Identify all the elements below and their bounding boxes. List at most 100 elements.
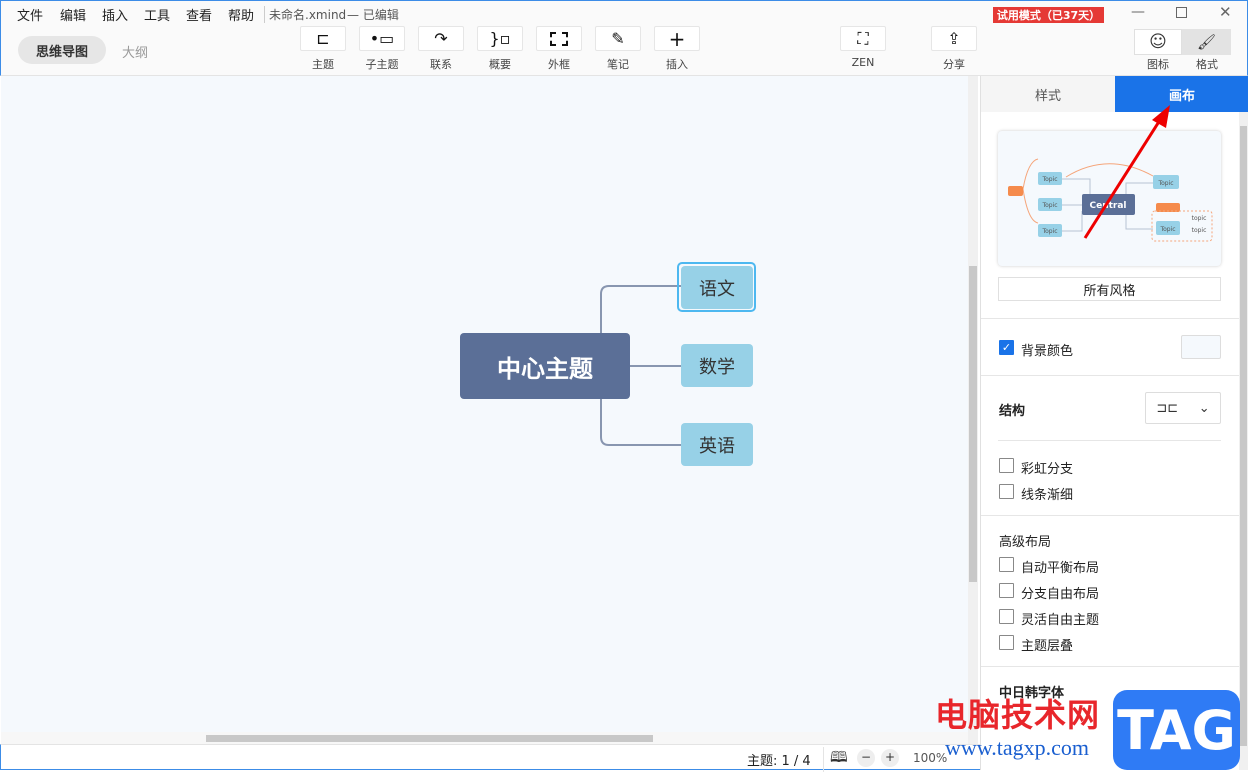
note-icon: ✎: [611, 29, 625, 48]
central-topic[interactable]: 中心主题: [460, 333, 630, 399]
insert-label: 插入: [666, 58, 688, 71]
menu-help[interactable]: 帮助: [228, 5, 254, 24]
chevron-down-icon: ⌄: [1198, 400, 1210, 416]
divider: [981, 666, 1239, 667]
connector-lines: [600, 285, 681, 446]
summary-button[interactable]: }▫: [477, 26, 523, 51]
boundary-label: 外框: [548, 58, 570, 71]
trial-badge[interactable]: 试用模式（已37天）: [993, 7, 1104, 23]
topic-button[interactable]: ⊏: [300, 26, 346, 51]
advanced-layout-label: 高级布局: [999, 535, 1052, 550]
menu-file[interactable]: 文件: [17, 5, 43, 24]
free-branch-checkbox[interactable]: [999, 583, 1014, 598]
tapered-line-label: 线条渐细: [1021, 488, 1074, 503]
icon-panel-button[interactable]: ☺: [1134, 29, 1182, 55]
zoom-in-button[interactable]: +: [881, 749, 899, 767]
watermark-cn: 电脑技术网: [935, 696, 1101, 734]
rainbow-branch-label: 彩虹分支: [1021, 462, 1074, 477]
topic-label: 主题: [312, 58, 334, 71]
auto-balance-label: 自动平衡布局: [1021, 561, 1100, 576]
preview-topic: Topic: [1041, 228, 1057, 235]
preview-small-topic: topic: [1192, 215, 1207, 222]
all-styles-button[interactable]: 所有风格: [998, 277, 1221, 301]
fullscreen-icon: ⛶: [857, 28, 869, 48]
bg-color-checkbox[interactable]: ✓: [999, 340, 1014, 355]
divider: [998, 440, 1221, 441]
share-label: 分享: [943, 58, 965, 71]
theme-preview-graphic: Central Topic Topic Topic Topic Topic to…: [1008, 158, 1213, 242]
auto-balance-checkbox[interactable]: [999, 557, 1014, 572]
boundary-button[interactable]: [536, 26, 582, 51]
watermark-logo: TAG: [1113, 690, 1240, 770]
watermark-url: www.tagxp.com: [945, 735, 1089, 760]
plus-icon: +: [668, 26, 686, 51]
smiley-icon: ☺: [1149, 32, 1167, 52]
panel-scrollbar[interactable]: [1239, 112, 1248, 770]
free-branch-label: 分支自由布局: [1021, 587, 1100, 602]
share-button[interactable]: ⇪: [931, 26, 977, 51]
vertical-scrollbar[interactable]: [968, 76, 978, 744]
zen-button[interactable]: ⛶: [840, 26, 886, 51]
tab-mindmap[interactable]: 思维导图: [18, 36, 106, 64]
relationship-button[interactable]: ↷: [418, 26, 464, 51]
preview-central: Central: [1089, 201, 1126, 211]
structure-dropdown[interactable]: ⊐⊏ ⌄: [1145, 392, 1221, 424]
summary-label: 概要: [489, 58, 511, 71]
structure-icon: ⊐⊏: [1156, 400, 1179, 416]
topic-overlap-label: 主题层叠: [1021, 639, 1074, 654]
status-bar: 主题: 1 / 4 🕮 − + 100%: [0, 744, 980, 772]
rainbow-branch-checkbox[interactable]: [999, 458, 1014, 473]
menu-insert[interactable]: 插入: [102, 5, 128, 24]
topic-count: 主题: 1 / 4: [747, 754, 811, 769]
flexible-topic-label: 灵活自由主题: [1021, 613, 1100, 628]
subtopic-math[interactable]: 数学: [681, 344, 753, 387]
share-icon: ⇪: [947, 29, 961, 48]
divider: [981, 375, 1239, 376]
note-button[interactable]: ✎: [595, 26, 641, 51]
topic-overlap-checkbox[interactable]: [999, 635, 1014, 650]
maximize-button[interactable]: [1176, 7, 1187, 18]
bg-color-swatch[interactable]: [1181, 335, 1221, 359]
mindmap-canvas[interactable]: 中心主题 语文 数学 英语: [1, 76, 978, 744]
menu-view[interactable]: 查看: [186, 5, 212, 24]
zen-label: ZEN: [851, 56, 875, 69]
zoom-out-button[interactable]: −: [857, 749, 875, 767]
divider: [981, 515, 1239, 516]
preview-topic: Topic: [1159, 226, 1175, 233]
insert-button[interactable]: +: [654, 26, 700, 51]
horizontal-scrollbar[interactable]: [1, 732, 968, 744]
title-bar: 文件 编辑 插入 工具 查看 帮助 未命名.xmind — 已编辑 思维导图 大…: [0, 0, 1248, 76]
format-panel-button[interactable]: 🖌: [1182, 29, 1231, 55]
boundary-icon: [550, 31, 568, 46]
menu-edit[interactable]: 编辑: [60, 5, 86, 24]
summary-icon: }▫: [489, 29, 511, 48]
subtopic-chinese[interactable]: 语文: [681, 266, 753, 309]
divider: [981, 318, 1239, 319]
close-button[interactable]: ✕: [1219, 3, 1232, 21]
preview-topic: Topic: [1157, 180, 1173, 187]
relationship-label: 联系: [430, 58, 452, 71]
map-icon[interactable]: 🕮: [823, 747, 848, 772]
tab-canvas[interactable]: 画布: [1115, 76, 1248, 112]
brush-icon: 🖌: [1196, 33, 1217, 51]
subtopic-english[interactable]: 英语: [681, 423, 753, 466]
subtopic-label: 子主题: [365, 58, 399, 71]
minimize-button[interactable]: —: [1131, 4, 1145, 20]
relationship-icon: ↷: [434, 29, 448, 48]
bg-color-label: 背景颜色: [1021, 344, 1074, 359]
subtopic-icon: •▭: [369, 29, 395, 48]
topic-icon: ⊏: [316, 29, 330, 48]
flexible-topic-checkbox[interactable]: [999, 609, 1014, 624]
tapered-line-checkbox[interactable]: [999, 484, 1014, 499]
format-panel-label: 格式: [1196, 58, 1218, 71]
subtopic-button[interactable]: •▭: [359, 26, 405, 51]
preview-topic: Topic: [1041, 176, 1057, 183]
tab-outline[interactable]: 大纲: [122, 42, 148, 61]
menu-tools[interactable]: 工具: [144, 5, 170, 24]
zoom-level[interactable]: 100%: [913, 751, 947, 765]
structure-label: 结构: [999, 404, 1026, 419]
theme-preview[interactable]: Central Topic Topic Topic Topic Topic to…: [998, 131, 1221, 266]
tab-style[interactable]: 样式: [981, 76, 1115, 112]
doc-status: — 已编辑: [347, 8, 399, 22]
preview-topic: Topic: [1041, 202, 1057, 209]
